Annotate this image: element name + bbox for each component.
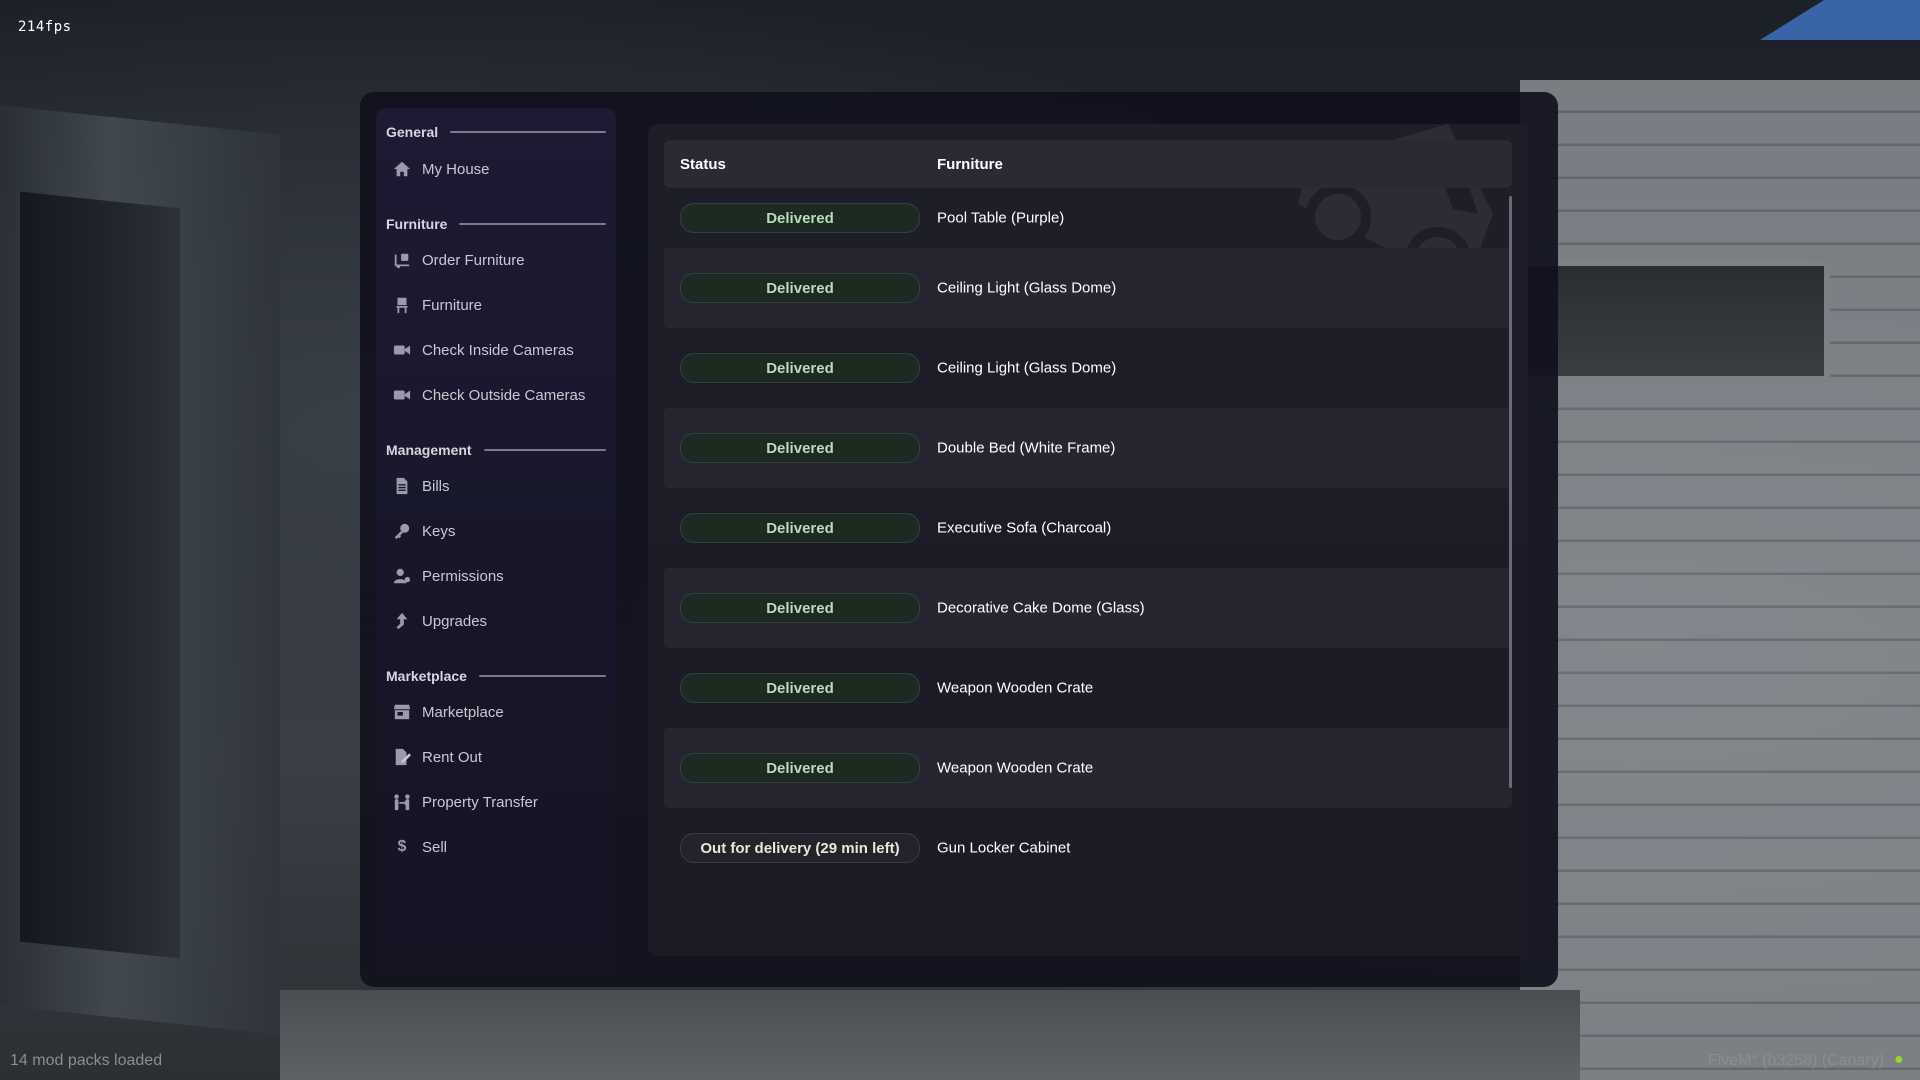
table-row: Delivered Executive Sofa (Charcoal) xyxy=(664,488,1512,568)
mods-loaded-text: 14 mod packs loaded xyxy=(10,1052,163,1069)
table-row: Delivered Weapon Wooden Crate xyxy=(664,728,1512,808)
furniture-name: Gun Locker Cabinet xyxy=(937,839,1071,857)
status-badge: Delivered xyxy=(680,203,920,233)
file-signature-icon xyxy=(392,747,412,767)
furniture-name: Weapon Wooden Crate xyxy=(937,679,1094,697)
house-icon xyxy=(392,159,412,179)
table-row: Out for delivery (29 min left) Gun Locke… xyxy=(664,808,1512,888)
housing-panel: General My House Furniture Order Furnitu… xyxy=(360,92,1558,987)
table-row: Delivered Double Bed (White Frame) xyxy=(664,408,1512,488)
sidebar-item-check-outside-cameras[interactable]: Check Outside Cameras xyxy=(392,379,606,411)
chair-icon xyxy=(392,295,412,315)
status-badge: Delivered xyxy=(680,513,920,543)
sidebar-item-upgrades[interactable]: Upgrades xyxy=(392,605,606,637)
sidebar-item-keys[interactable]: Keys xyxy=(392,515,606,547)
table-row: Delivered Decorative Cake Dome (Glass) xyxy=(664,568,1512,648)
sidebar-item-order-furniture[interactable]: Order Furniture xyxy=(392,244,606,276)
background-door xyxy=(20,191,180,959)
sidebar-item-bills[interactable]: Bills xyxy=(392,470,606,502)
sidebar-item-marketplace[interactable]: Marketplace xyxy=(392,696,606,728)
section-header-furniture: Furniture xyxy=(386,216,606,232)
build-version-text: FiveM* (b3258) (Canary) xyxy=(1707,1052,1884,1069)
sidebar-item-sell[interactable]: $ Sell xyxy=(392,831,606,863)
fivem-icon: ● xyxy=(1894,1051,1904,1068)
furniture-name: Double Bed (White Frame) xyxy=(937,439,1116,457)
sidebar-item-furniture[interactable]: Furniture xyxy=(392,289,606,321)
table-row: Delivered Weapon Wooden Crate xyxy=(664,648,1512,728)
sidebar-item-my-house[interactable]: My House xyxy=(392,153,606,185)
video-camera-icon xyxy=(392,385,412,405)
store-icon xyxy=(392,702,412,722)
section-header-management: Management xyxy=(386,442,606,458)
status-badge: Delivered xyxy=(680,433,920,463)
background-sky xyxy=(1760,0,1920,40)
furniture-name: Decorative Cake Dome (Glass) xyxy=(937,599,1145,617)
people-arrows-icon xyxy=(392,792,412,812)
furniture-orders-content: Status Furniture Delivered Pool Table (P… xyxy=(648,124,1528,956)
sidebar-item-check-inside-cameras[interactable]: Check Inside Cameras xyxy=(392,334,606,366)
column-header-status: Status xyxy=(680,155,726,173)
video-camera-icon xyxy=(392,340,412,360)
status-badge: Delivered xyxy=(680,753,920,783)
status-badge: Delivered xyxy=(680,673,920,703)
background-wall xyxy=(1520,80,1920,1080)
table-row: Delivered Ceiling Light (Glass Dome) xyxy=(664,328,1512,408)
sidebar: General My House Furniture Order Furnitu… xyxy=(376,108,616,972)
background-floor xyxy=(280,990,1580,1080)
sidebar-item-rent-out[interactable]: Rent Out xyxy=(392,741,606,773)
scrollbar[interactable] xyxy=(1509,196,1512,788)
section-header-marketplace: Marketplace xyxy=(386,668,606,684)
furniture-name: Weapon Wooden Crate xyxy=(937,759,1094,777)
table-row: Delivered Pool Table (Purple) xyxy=(664,188,1512,248)
status-badge: Delivered xyxy=(680,353,920,383)
orders-list: Delivered Pool Table (Purple) Delivered … xyxy=(664,188,1512,888)
file-invoice-icon xyxy=(392,476,412,496)
furniture-name: Ceiling Light (Glass Dome) xyxy=(937,359,1117,377)
status-badge: Delivered xyxy=(680,273,920,303)
status-badge: Delivered xyxy=(680,593,920,623)
key-icon xyxy=(392,521,412,541)
furniture-name: Executive Sofa (Charcoal) xyxy=(937,519,1112,537)
dollar-icon: $ xyxy=(397,838,407,855)
table-header: Status Furniture xyxy=(664,140,1512,188)
status-badge: Out for delivery (29 min left) xyxy=(680,833,920,863)
furniture-name: Pool Table (Purple) xyxy=(937,209,1065,227)
user-gear-icon xyxy=(392,566,412,586)
table-row: Delivered Ceiling Light (Glass Dome) xyxy=(664,248,1512,328)
furniture-name: Ceiling Light (Glass Dome) xyxy=(937,279,1117,297)
column-header-furniture: Furniture xyxy=(937,155,1003,173)
sidebar-item-permissions[interactable]: Permissions xyxy=(392,560,606,592)
section-header-general: General xyxy=(386,124,606,140)
sidebar-item-property-transfer[interactable]: Property Transfer xyxy=(392,786,606,818)
truck-loading-icon xyxy=(392,250,412,270)
arrow-up-icon xyxy=(392,611,412,631)
fps-counter: 214fps xyxy=(18,19,72,35)
